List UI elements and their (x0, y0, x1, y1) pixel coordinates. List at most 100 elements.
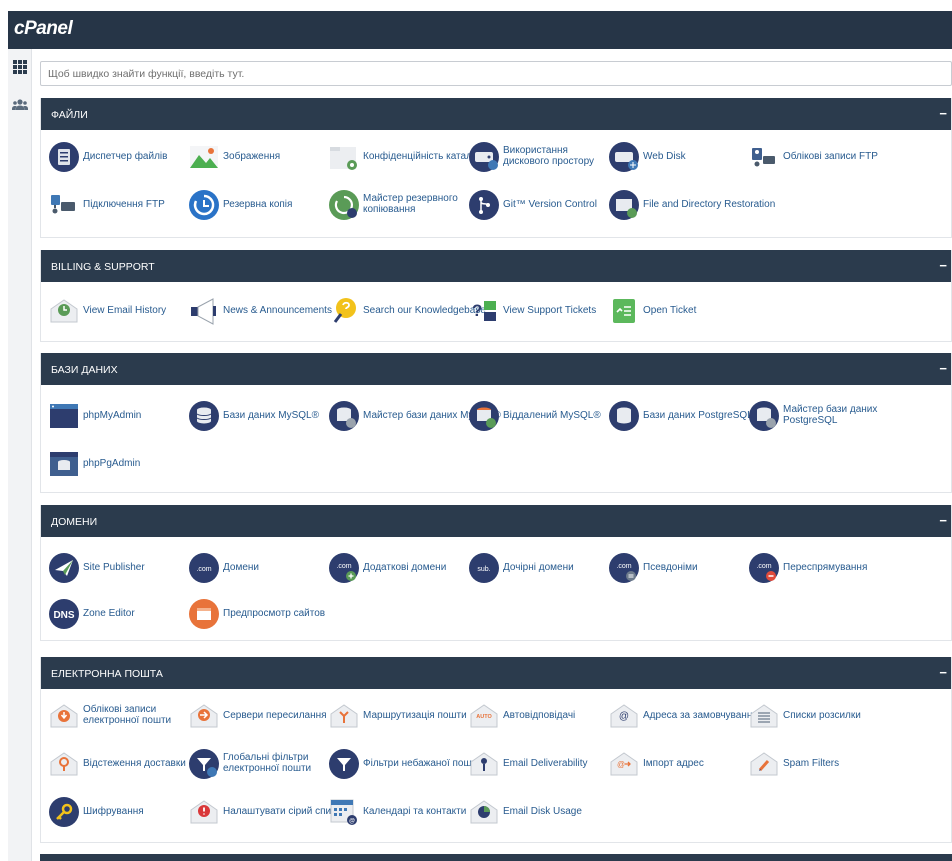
section-title: ФАЙЛИ (51, 109, 88, 121)
item-label: Глобальні фільтри електронної пошти (223, 752, 312, 774)
email-history-icon (50, 299, 78, 323)
collapse-toggle[interactable]: − (939, 258, 947, 273)
apps-grid-icon[interactable] (12, 59, 28, 75)
item-label: Відстеження доставки (83, 758, 186, 769)
section-header[interactable]: BILLING & SUPPORT − (41, 250, 951, 282)
item-label: Git™ Version Control (503, 199, 597, 210)
image-icon (190, 146, 218, 168)
item-label: Конфіденційність каталогу (363, 151, 487, 162)
icon-text: DNS (53, 610, 74, 621)
section-header[interactable]: ДОМЕНИ − (41, 505, 951, 537)
item-label: phpPgAdmin (83, 458, 141, 469)
postgresql-wizard-icon (749, 401, 779, 431)
spam-filter-icon (750, 752, 778, 776)
subdomain-icon: sub. (469, 553, 499, 583)
item-label: Переспрямування (783, 562, 868, 573)
svg-text:@: @ (617, 760, 625, 769)
mailing-list-icon (750, 704, 778, 728)
calendar-icon: @ (330, 799, 357, 825)
section-title: ДОМЕНИ (51, 516, 98, 528)
email-disk-usage-icon (470, 800, 498, 824)
item-label: View Email History (83, 305, 167, 316)
email-routing-icon (330, 704, 358, 728)
search-input[interactable] (40, 61, 952, 86)
icon-text: .com (756, 563, 771, 570)
web-disk-icon (609, 142, 639, 172)
section-header[interactable]: ЕЛЕКТРОННА ПОШТА − (41, 657, 951, 689)
item-label: Імпорт адрес (643, 758, 704, 769)
open-ticket-icon (613, 299, 635, 323)
svg-text:@: @ (619, 711, 629, 722)
item-label: Search our Knowledgebase (363, 305, 486, 316)
site-publisher-icon (49, 553, 79, 583)
item-label: Шифрування (83, 806, 144, 817)
svg-text:@: @ (349, 819, 355, 825)
collapse-toggle[interactable]: − (939, 665, 947, 680)
forwarder-icon (190, 704, 218, 728)
item-label: Використання дискового простору (503, 145, 595, 167)
track-delivery-icon (50, 752, 78, 776)
item-label: Облікові записи електронної пошти (83, 704, 172, 726)
remote-database-icon (469, 401, 499, 431)
item-label: View Support Tickets (503, 305, 597, 316)
backup-wizard-icon (329, 190, 359, 220)
item-label: Web Disk (643, 151, 686, 162)
default-address-icon: @ (610, 704, 638, 728)
backup-icon (189, 190, 219, 220)
import-addresses-icon: @ (610, 752, 638, 776)
icon-text: sub. (477, 566, 490, 573)
item-label: Диспетчер файлів (83, 151, 168, 162)
item-label: Облікові записи FTP (783, 151, 878, 162)
item-label: Дочірні домени (503, 562, 574, 573)
item-label: File and Directory Restoration (643, 199, 776, 210)
next-section-header (40, 854, 952, 861)
megaphone-icon (191, 298, 216, 325)
email-accounts-icon (50, 704, 78, 728)
collapse-toggle[interactable]: − (939, 361, 947, 376)
item-label: Site Publisher (83, 562, 145, 573)
item-label: Зображення (223, 151, 281, 162)
file-manager-icon (49, 142, 79, 172)
left-sidebar (8, 49, 32, 861)
section-billing-support: BILLING & SUPPORT − View Email History Ne… (40, 250, 952, 342)
addon-domain-icon: .com (329, 553, 359, 583)
icon-text: .com (336, 563, 351, 570)
item-label: Майстер бази даних PostgreSQL (783, 404, 878, 426)
ftp-accounts-icon (752, 148, 775, 167)
item-label: Email Disk Usage (503, 806, 582, 817)
item-label: Предпросмотр сайтов (223, 608, 326, 619)
collapse-toggle[interactable]: − (939, 106, 947, 121)
users-icon[interactable] (12, 97, 28, 113)
alias-icon: .com (609, 553, 639, 583)
section-header[interactable]: БАЗИ ДАНИХ − (41, 353, 951, 385)
redirect-icon: .com (749, 553, 779, 583)
section-domains: ДОМЕНИ − Site Publisher .com Домени .com … (40, 505, 952, 641)
knowledgebase-icon (333, 298, 356, 323)
section-title: ЕЛЕКТРОННА ПОШТА (51, 668, 163, 680)
section-header[interactable]: ФАЙЛИ − (41, 98, 951, 130)
item-label: Списки розсилки (783, 710, 861, 721)
icon-text: .com (616, 563, 631, 570)
autoresponder-icon: AUTO (470, 704, 498, 728)
item-label: Фільтри небажаної пошти (363, 758, 482, 769)
collapse-toggle[interactable]: − (939, 513, 947, 528)
item-label: Майстер резервного копіювання (363, 193, 458, 215)
item-label: Маршрутизація пошти (363, 710, 467, 721)
item-label: Віддалений MySQL® (503, 410, 601, 421)
icon-text: .com (196, 566, 211, 573)
site-preview-icon (189, 599, 219, 629)
item-label: phpMyAdmin (83, 410, 142, 421)
domain-icon: .com (189, 553, 219, 583)
file-restoration-icon (609, 190, 639, 220)
database-icon (189, 401, 219, 431)
item-label: Email Deliverability (503, 758, 588, 769)
item-label: Бази даних PostgreSQL (643, 410, 753, 421)
item-label: Адреса за замовчуванням (643, 710, 765, 721)
support-tickets-icon: ? (472, 301, 496, 321)
section-title: БАЗИ ДАНИХ (51, 364, 118, 376)
key-icon (49, 797, 79, 827)
global-filter-icon (189, 749, 219, 779)
section-files: ФАЙЛИ − Диспетчер файлів Зображення Конфі… (40, 98, 952, 238)
deliverability-icon (470, 752, 498, 776)
cpanel-logo[interactable]: cPanel (14, 18, 73, 40)
